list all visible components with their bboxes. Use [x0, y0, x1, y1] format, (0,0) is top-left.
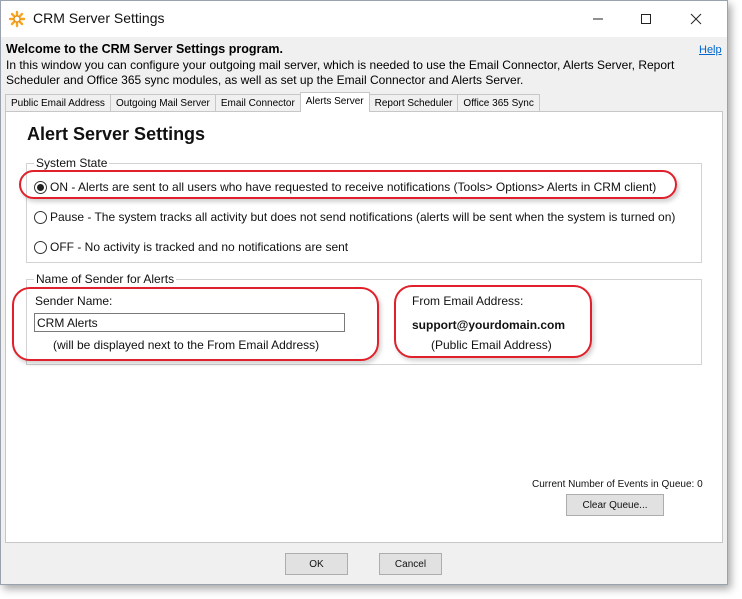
welcome-description: In this window you can configure your ou… — [6, 58, 686, 88]
sender-name-label: Sender Name: — [35, 294, 112, 308]
system-state-label: System State — [34, 156, 109, 170]
tab-email-connector[interactable]: Email Connector — [215, 94, 301, 112]
close-button[interactable] — [673, 1, 719, 37]
sender-name-input[interactable] — [34, 313, 345, 332]
sender-group-label: Name of Sender for Alerts — [34, 272, 176, 286]
tab-office-365-sync[interactable]: Office 365 Sync — [457, 94, 539, 112]
minimize-button[interactable] — [575, 1, 621, 37]
sender-group: Name of Sender for Alerts Sender Name: (… — [26, 279, 702, 365]
tab-report-scheduler[interactable]: Report Scheduler — [369, 94, 459, 112]
radio-pause-indicator[interactable] — [34, 211, 47, 224]
from-email-note: (Public Email Address) — [431, 338, 552, 352]
sender-name-note: (will be displayed next to the From Emai… — [53, 338, 319, 352]
queue-count-label: Current Number of Events in Queue: 0 — [532, 479, 703, 490]
crm-server-settings-window: CRM Server Settings Welcome to the CRM S… — [0, 0, 728, 585]
close-icon — [690, 13, 702, 25]
radio-on-label: ON - Alerts are sent to all users who ha… — [50, 180, 656, 194]
radio-off[interactable]: OFF - No activity is tracked and no noti… — [34, 240, 348, 254]
minimize-icon — [592, 13, 604, 25]
tab-public-email-address[interactable]: Public Email Address — [5, 94, 111, 112]
tab-outgoing-mail-server[interactable]: Outgoing Mail Server — [110, 94, 216, 112]
maximize-icon — [640, 13, 652, 25]
radio-pause[interactable]: Pause - The system tracks all activity b… — [34, 210, 675, 224]
ok-button[interactable]: OK — [285, 553, 348, 575]
radio-on-indicator[interactable] — [34, 181, 47, 194]
title-bar[interactable]: CRM Server Settings — [1, 1, 727, 37]
app-logo-icon — [8, 10, 26, 28]
alerts-server-panel: Alert Server Settings System State ON - … — [5, 111, 723, 543]
cancel-button[interactable]: Cancel — [379, 553, 442, 575]
welcome-banner: Welcome to the CRM Server Settings progr… — [1, 37, 727, 91]
welcome-title: Welcome to the CRM Server Settings progr… — [6, 42, 283, 56]
radio-on[interactable]: ON - Alerts are sent to all users who ha… — [34, 180, 656, 194]
radio-pause-label: Pause - The system tracks all activity b… — [50, 210, 675, 224]
panel-heading: Alert Server Settings — [27, 124, 205, 145]
settings-tabs: Public Email Address Outgoing Mail Serve… — [5, 93, 539, 112]
from-email-value: support@yourdomain.com — [412, 318, 565, 332]
radio-off-label: OFF - No activity is tracked and no noti… — [50, 240, 348, 254]
window-title: CRM Server Settings — [33, 10, 164, 26]
radio-off-indicator[interactable] — [34, 241, 47, 254]
tab-alerts-server[interactable]: Alerts Server — [300, 92, 370, 112]
clear-queue-button[interactable]: Clear Queue... — [566, 494, 664, 516]
maximize-button[interactable] — [623, 1, 669, 37]
system-state-group: System State ON - Alerts are sent to all… — [26, 163, 702, 263]
from-email-label: From Email Address: — [412, 294, 523, 308]
help-link[interactable]: Help — [699, 44, 722, 56]
